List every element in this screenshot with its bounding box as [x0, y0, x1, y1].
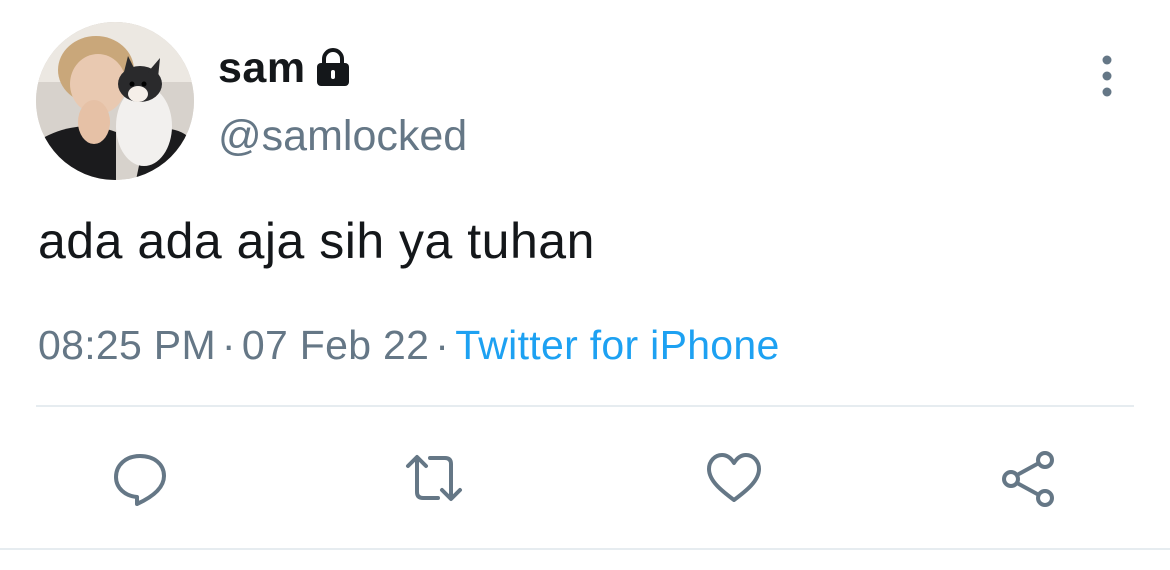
reply-button[interactable] — [110, 450, 170, 508]
reply-icon — [114, 454, 166, 506]
tweet-meta: 08:25 PM · 07 Feb 22 · Twitter for iPhone — [38, 322, 780, 369]
user-handle[interactable]: @samlocked — [218, 112, 467, 161]
more-vertical-icon[interactable] — [1090, 54, 1124, 98]
avatar-photo — [36, 22, 194, 180]
meta-separator: · — [435, 322, 450, 368]
bottom-divider — [0, 548, 1170, 550]
source-link[interactable]: Twitter for iPhone — [455, 322, 779, 368]
share-icon — [1002, 451, 1054, 507]
lock-icon — [314, 48, 352, 88]
tweet-time: 08:25 PM — [38, 322, 216, 368]
avatar[interactable] — [36, 22, 194, 180]
tweet-text: ada ada aja sih ya tuhan — [38, 213, 595, 269]
author-name-row: sam — [218, 42, 352, 94]
meta-separator: · — [221, 322, 236, 368]
retweet-button[interactable] — [404, 450, 464, 508]
heart-icon — [707, 453, 761, 502]
share-button[interactable] — [998, 450, 1058, 508]
tweet-date: 07 Feb 22 — [241, 322, 430, 368]
divider — [36, 405, 1134, 407]
display-name[interactable]: sam — [218, 44, 306, 93]
retweet-icon — [406, 455, 462, 501]
like-button[interactable] — [704, 450, 764, 508]
